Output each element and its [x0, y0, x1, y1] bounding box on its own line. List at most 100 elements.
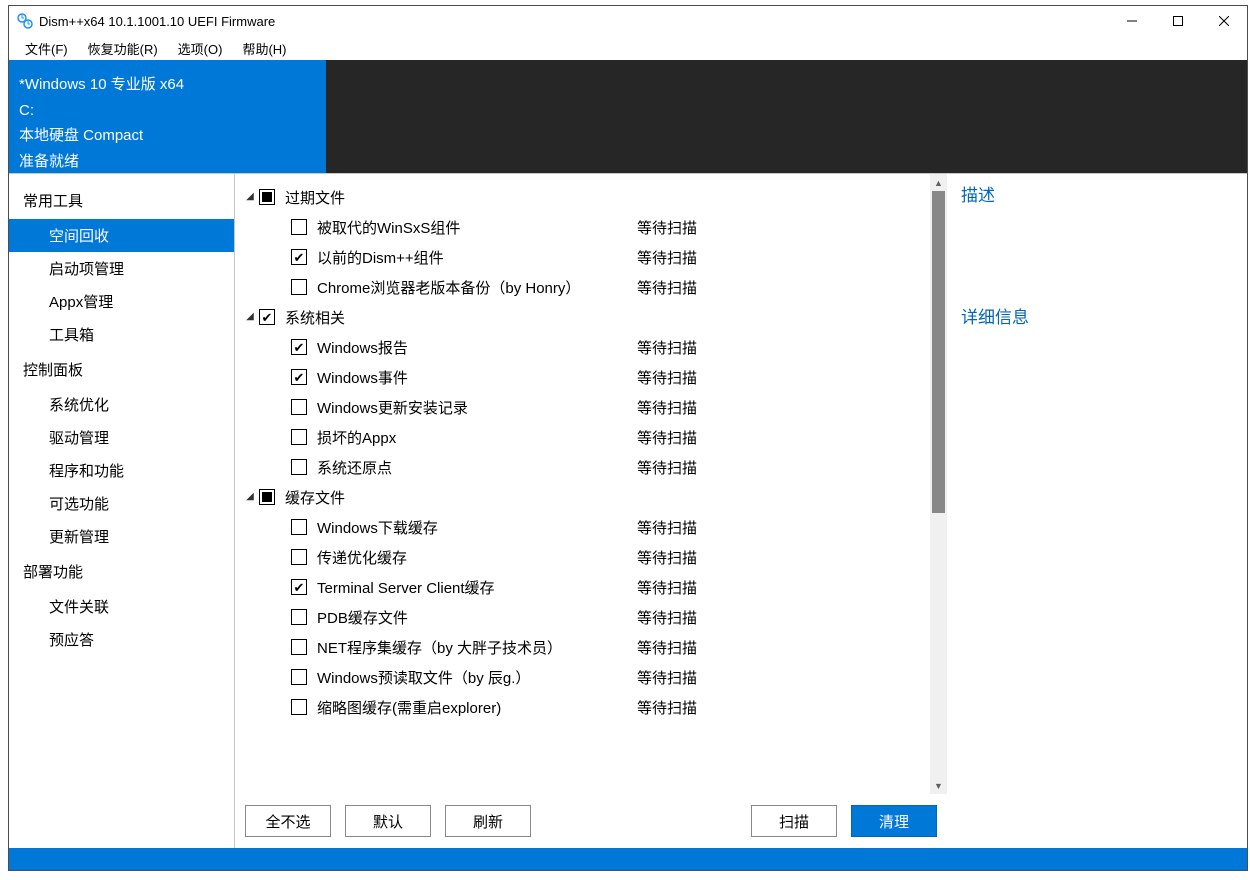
cleanup-item-row[interactable]: 以前的Dism++组件等待扫描 — [243, 242, 947, 272]
sidebar-section-head: 常用工具 — [9, 182, 234, 219]
item-status: 等待扫描 — [637, 517, 697, 538]
sidebar-item[interactable]: Appx管理 — [9, 285, 234, 318]
group-checkbox[interactable] — [259, 189, 275, 205]
group-checkbox[interactable] — [259, 309, 275, 325]
cleanup-item-row[interactable]: 缩略图缓存(需重启explorer)等待扫描 — [243, 692, 947, 722]
group-label: 系统相关 — [285, 307, 345, 328]
cleanup-item-row[interactable]: Windows事件等待扫描 — [243, 362, 947, 392]
cleanup-group-header[interactable]: ◢ 系统相关 — [243, 302, 947, 332]
clean-button[interactable]: 清理 — [851, 805, 937, 837]
default-button[interactable]: 默认 — [345, 805, 431, 837]
item-status: 等待扫描 — [637, 277, 697, 298]
item-checkbox[interactable] — [291, 339, 307, 355]
vertical-scrollbar[interactable]: ▲ ▼ — [930, 174, 947, 794]
expand-collapse-icon[interactable]: ◢ — [243, 191, 257, 202]
menu-help[interactable]: 帮助(H) — [232, 37, 296, 60]
item-status: 等待扫描 — [637, 547, 697, 568]
item-status: 等待扫描 — [637, 367, 697, 388]
cleanup-item-row[interactable]: Windows预读取文件（by 辰g.）等待扫描 — [243, 662, 947, 692]
sidebar: 常用工具空间回收启动项管理Appx管理工具箱控制面板系统优化驱动管理程序和功能可… — [9, 174, 235, 848]
item-label: PDB缓存文件 — [317, 607, 637, 628]
sidebar-item[interactable]: 可选功能 — [9, 487, 234, 520]
item-status: 等待扫描 — [637, 577, 697, 598]
maximize-button[interactable] — [1155, 6, 1201, 36]
minimize-button[interactable] — [1109, 6, 1155, 36]
item-label: Chrome浏览器老版本备份（by Honry） — [317, 277, 637, 298]
item-status: 等待扫描 — [637, 697, 697, 718]
item-label: 以前的Dism++组件 — [317, 247, 637, 268]
sidebar-item[interactable]: 程序和功能 — [9, 454, 234, 487]
expand-collapse-icon[interactable]: ◢ — [243, 491, 257, 502]
menu-bar: 文件(F) 恢复功能(R) 选项(O) 帮助(H) — [9, 36, 1247, 60]
sidebar-section-head: 部署功能 — [9, 553, 234, 590]
os-drive: C: — [19, 98, 316, 124]
item-checkbox[interactable] — [291, 459, 307, 475]
scroll-track[interactable] — [930, 191, 947, 777]
app-window: Dism++x64 10.1.1001.10 UEFI Firmware 文件(… — [8, 5, 1248, 871]
expand-collapse-icon[interactable]: ◢ — [243, 311, 257, 322]
cleanup-item-row[interactable]: 损坏的Appx等待扫描 — [243, 422, 947, 452]
menu-file[interactable]: 文件(F) — [15, 37, 78, 60]
group-checkbox[interactable] — [259, 489, 275, 505]
scan-button[interactable]: 扫描 — [751, 805, 837, 837]
item-checkbox[interactable] — [291, 669, 307, 685]
cleanup-item-row[interactable]: Windows报告等待扫描 — [243, 332, 947, 362]
item-status: 等待扫描 — [637, 427, 697, 448]
item-label: Windows事件 — [317, 367, 637, 388]
item-status: 等待扫描 — [637, 667, 697, 688]
cleanup-item-row[interactable]: Chrome浏览器老版本备份（by Honry）等待扫描 — [243, 272, 947, 302]
item-checkbox[interactable] — [291, 249, 307, 265]
os-info-panel[interactable]: *Windows 10 专业版 x64 C: 本地硬盘 Compact 准备就绪 — [9, 60, 326, 173]
item-checkbox[interactable] — [291, 279, 307, 295]
item-checkbox[interactable] — [291, 639, 307, 655]
scroll-up-arrow[interactable]: ▲ — [930, 174, 947, 191]
cleanup-item-row[interactable]: 系统还原点等待扫描 — [243, 452, 947, 482]
sidebar-item[interactable]: 启动项管理 — [9, 252, 234, 285]
sidebar-section-head: 控制面板 — [9, 351, 234, 388]
scroll-down-arrow[interactable]: ▼ — [930, 777, 947, 794]
cleanup-item-row[interactable]: 被取代的WinSxS组件等待扫描 — [243, 212, 947, 242]
sidebar-item[interactable]: 驱动管理 — [9, 421, 234, 454]
deselect-all-button[interactable]: 全不选 — [245, 805, 331, 837]
item-checkbox[interactable] — [291, 369, 307, 385]
item-status: 等待扫描 — [637, 397, 697, 418]
os-status: 准备就绪 — [19, 149, 316, 175]
item-label: Windows更新安装记录 — [317, 397, 637, 418]
info-pane: 描述 详细信息 — [947, 174, 1247, 848]
sidebar-item[interactable]: 预应答 — [9, 623, 234, 656]
item-checkbox[interactable] — [291, 219, 307, 235]
cleanup-tree-scroll: ◢过期文件被取代的WinSxS组件等待扫描以前的Dism++组件等待扫描Chro… — [235, 174, 947, 794]
sidebar-item[interactable]: 系统优化 — [9, 388, 234, 421]
item-checkbox[interactable] — [291, 429, 307, 445]
center-panel: ◢过期文件被取代的WinSxS组件等待扫描以前的Dism++组件等待扫描Chro… — [235, 174, 947, 848]
sidebar-item[interactable]: 更新管理 — [9, 520, 234, 553]
cleanup-item-row[interactable]: Terminal Server Client缓存等待扫描 — [243, 572, 947, 602]
cleanup-item-row[interactable]: Windows更新安装记录等待扫描 — [243, 392, 947, 422]
item-checkbox[interactable] — [291, 549, 307, 565]
cleanup-item-row[interactable]: Windows下载缓存等待扫描 — [243, 512, 947, 542]
menu-options[interactable]: 选项(O) — [168, 37, 233, 60]
cleanup-item-row[interactable]: 传递优化缓存等待扫描 — [243, 542, 947, 572]
item-checkbox[interactable] — [291, 699, 307, 715]
sidebar-item[interactable]: 工具箱 — [9, 318, 234, 351]
sidebar-item[interactable]: 空间回收 — [9, 219, 234, 252]
scroll-thumb[interactable] — [932, 191, 945, 513]
cleanup-item-row[interactable]: PDB缓存文件等待扫描 — [243, 602, 947, 632]
close-button[interactable] — [1201, 6, 1247, 36]
os-info-strip: *Windows 10 专业版 x64 C: 本地硬盘 Compact 准备就绪 — [9, 60, 1247, 173]
refresh-button[interactable]: 刷新 — [445, 805, 531, 837]
item-label: 传递优化缓存 — [317, 547, 637, 568]
status-bar — [9, 848, 1247, 870]
item-checkbox[interactable] — [291, 519, 307, 535]
item-status: 等待扫描 — [637, 457, 697, 478]
menu-recover[interactable]: 恢复功能(R) — [78, 37, 168, 60]
group-label: 过期文件 — [285, 187, 345, 208]
item-checkbox[interactable] — [291, 579, 307, 595]
sidebar-item[interactable]: 文件关联 — [9, 590, 234, 623]
cleanup-item-row[interactable]: NET程序集缓存（by 大胖子技术员）等待扫描 — [243, 632, 947, 662]
item-checkbox[interactable] — [291, 609, 307, 625]
item-checkbox[interactable] — [291, 399, 307, 415]
cleanup-group-header[interactable]: ◢缓存文件 — [243, 482, 947, 512]
item-label: 损坏的Appx — [317, 427, 637, 448]
cleanup-group-header[interactable]: ◢ 过期文件 — [243, 182, 947, 212]
